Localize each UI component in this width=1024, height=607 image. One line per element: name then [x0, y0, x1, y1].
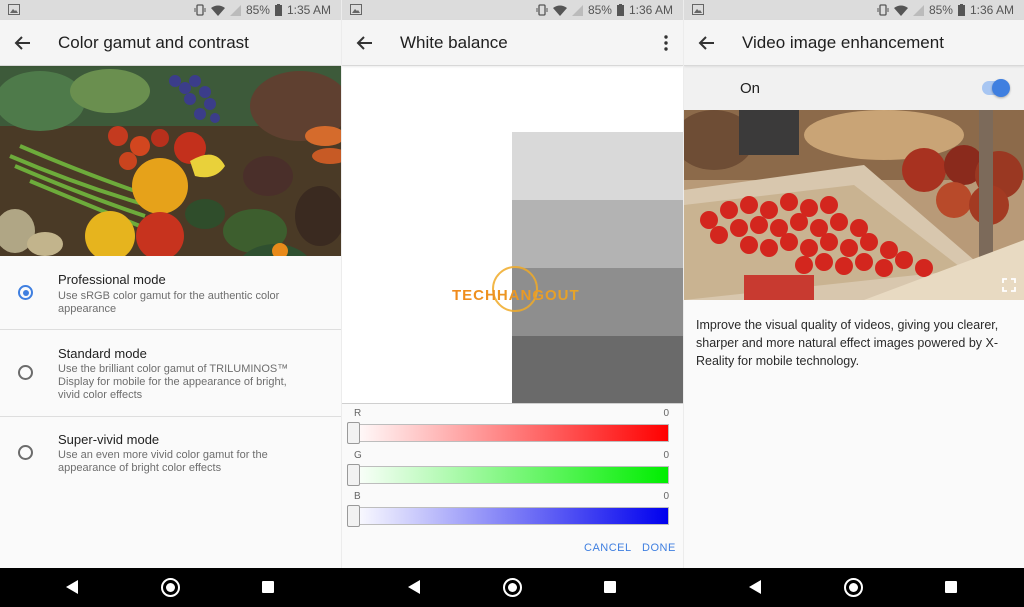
toggle-label: On — [740, 80, 761, 97]
tomatoes-photo — [684, 110, 1024, 300]
nav-back-icon[interactable] — [66, 580, 78, 594]
status-bar: 85% 1:36 AM — [342, 0, 683, 20]
clock: 1:35 AM — [286, 3, 331, 17]
nav-back-icon[interactable] — [749, 580, 761, 594]
enhancement-toggle-row[interactable]: On — [684, 66, 1024, 110]
battery-percent: 85% — [245, 3, 270, 17]
switch-knob[interactable] — [992, 79, 1010, 97]
app-bar: Color gamut and contrast — [0, 20, 341, 66]
vegetables-photo — [0, 66, 341, 256]
image-notification-icon — [692, 4, 704, 15]
done-button[interactable]: DONE — [642, 542, 676, 554]
slider-red: R 0 — [342, 406, 683, 448]
more-vert-icon[interactable] — [663, 34, 669, 52]
app-bar: White balance — [342, 20, 683, 66]
wifi-icon — [552, 5, 567, 16]
nav-home-icon[interactable] — [161, 578, 180, 597]
fullscreen-icon[interactable] — [1002, 278, 1016, 292]
nav-recents-icon[interactable] — [945, 581, 957, 593]
slider-thumb-green[interactable] — [347, 464, 360, 486]
slider-track-green[interactable] — [350, 466, 669, 484]
signal-icon — [912, 4, 924, 16]
watermark-text: TECHHANGOUT — [452, 287, 580, 304]
nav-group — [684, 568, 1024, 607]
page-title: White balance — [400, 33, 508, 52]
battery-icon — [616, 4, 624, 16]
battery-icon — [957, 4, 965, 16]
status-bar: 85% 1:35 AM — [0, 0, 341, 20]
nav-recents-icon[interactable] — [262, 581, 274, 593]
enhancement-switch[interactable] — [982, 79, 1010, 97]
slider-blue: B 0 — [342, 490, 683, 532]
nav-recents-icon[interactable] — [604, 581, 616, 593]
signal-icon — [229, 4, 241, 16]
image-notification-icon — [8, 4, 20, 15]
white-balance-screen: 85% 1:36 AM White balance TECHHANGOUT R … — [342, 0, 683, 568]
clock: 1:36 AM — [969, 3, 1014, 17]
battery-percent: 85% — [587, 3, 612, 17]
option-professional-mode[interactable]: Professional mode Use sRGB color gamut f… — [0, 258, 341, 329]
white-balance-preview: TECHHANGOUT — [342, 66, 683, 403]
page-title: Video image enhancement — [742, 33, 944, 52]
slider-value: 0 — [663, 450, 669, 461]
divider — [342, 403, 683, 404]
image-notification-icon — [350, 4, 362, 15]
nav-group — [342, 568, 683, 607]
slider-value: 0 — [663, 491, 669, 502]
gray-swatch — [512, 200, 683, 268]
vibrate-icon — [536, 4, 548, 16]
option-standard-mode[interactable]: Standard mode Use the brilliant color ga… — [0, 330, 341, 416]
option-title: Professional mode — [58, 272, 166, 287]
signal-icon — [571, 4, 583, 16]
slider-label: G — [354, 450, 362, 461]
radio-standard[interactable] — [18, 365, 33, 380]
gray-swatch — [512, 336, 683, 403]
battery-percent: 85% — [928, 3, 953, 17]
wifi-icon — [210, 5, 225, 16]
nav-group — [0, 568, 341, 607]
battery-icon — [274, 4, 282, 16]
slider-track-blue[interactable] — [350, 507, 669, 525]
back-arrow-icon[interactable] — [12, 32, 34, 54]
slider-track-red[interactable] — [350, 424, 669, 442]
option-description: Use an even more vivid color gamut for t… — [58, 449, 268, 474]
slider-thumb-blue[interactable] — [347, 505, 360, 527]
slider-label: B — [354, 491, 361, 502]
color-gamut-screen: 85% 1:35 AM Color gamut and contrast Pro… — [0, 0, 341, 568]
enhancement-description: Improve the visual quality of videos, gi… — [696, 318, 999, 368]
status-bar: 85% 1:36 AM — [684, 0, 1024, 20]
nav-back-icon[interactable] — [408, 580, 420, 594]
video-enhancement-screen: 85% 1:36 AM Video image enhancement On I… — [684, 0, 1024, 568]
radio-professional[interactable] — [18, 285, 33, 300]
back-arrow-icon[interactable] — [354, 32, 376, 54]
vibrate-icon — [194, 4, 206, 16]
option-description: Use the brilliant color gamut of TRILUMI… — [58, 363, 289, 401]
slider-value: 0 — [663, 408, 669, 419]
nav-home-icon[interactable] — [844, 578, 863, 597]
vibrate-icon — [877, 4, 889, 16]
wifi-icon — [893, 5, 908, 16]
option-description: Use sRGB color gamut for the authentic c… — [58, 290, 280, 315]
option-super-vivid-mode[interactable]: Super-vivid mode Use an even more vivid … — [0, 417, 341, 492]
gray-swatch — [512, 132, 683, 200]
watermark-label: TECHHANGOUT — [452, 287, 580, 304]
back-arrow-icon[interactable] — [696, 32, 718, 54]
option-title: Super-vivid mode — [58, 432, 160, 447]
option-title: Standard mode — [58, 346, 147, 361]
nav-home-icon[interactable] — [503, 578, 522, 597]
navigation-bar — [0, 568, 1024, 607]
clock: 1:36 AM — [628, 3, 673, 17]
page-title: Color gamut and contrast — [58, 33, 249, 52]
app-bar: Video image enhancement — [684, 20, 1024, 66]
slider-green: G 0 — [342, 448, 683, 490]
cancel-button[interactable]: CANCEL — [584, 542, 632, 554]
slider-label: R — [354, 408, 362, 419]
radio-super-vivid[interactable] — [18, 445, 33, 460]
slider-thumb-red[interactable] — [347, 422, 360, 444]
